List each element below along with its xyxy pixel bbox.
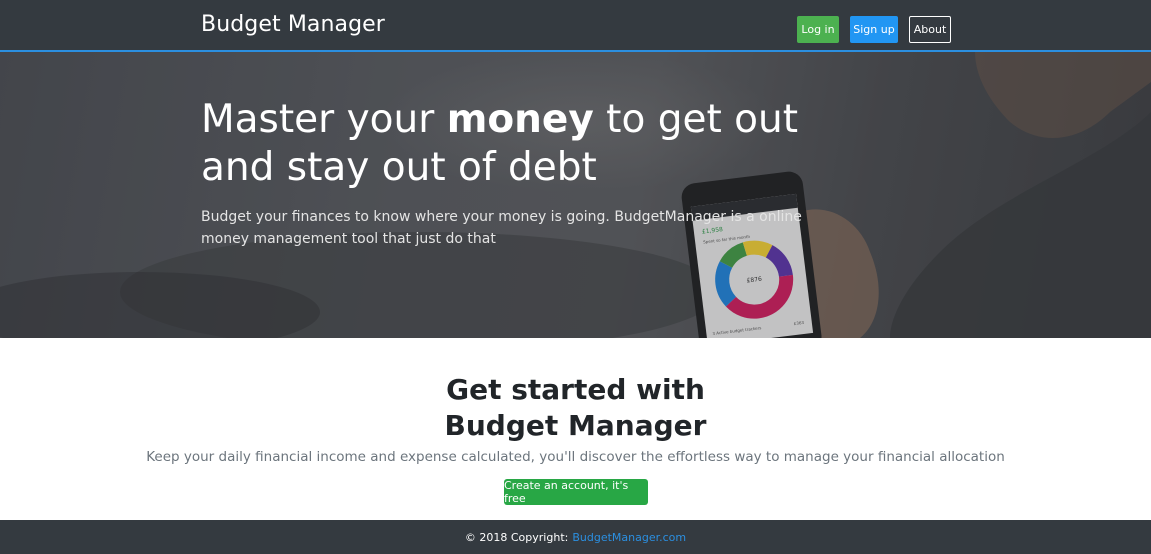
footer: © 2018 Copyright: BudgetManager.com — [0, 520, 1151, 554]
footer-copyright: © 2018 Copyright: — [464, 530, 569, 544]
hero-title-part1: Master your — [201, 97, 447, 142]
hero-title: Master your money to get out and stay ou… — [201, 96, 821, 192]
hero-title-bold: money — [446, 97, 594, 142]
brand-title[interactable]: Budget Manager — [201, 12, 385, 37]
navbar: Budget Manager Log in Sign up About — [0, 0, 1151, 52]
about-button[interactable]: About — [909, 16, 951, 43]
cta-subtitle: Keep your daily financial income and exp… — [146, 449, 1005, 465]
cta-title-line2: Budget Manager — [444, 409, 707, 442]
hero-description: Budget your finances to know where your … — [201, 209, 802, 247]
hero-background-image: £1,958 Spent so far this month £876 3 Ac… — [0, 52, 1151, 338]
footer-link[interactable]: BudgetManager.com — [572, 531, 686, 544]
signup-button[interactable]: Sign up — [850, 16, 898, 43]
hero-section: £1,958 Spent so far this month £876 3 Ac… — [0, 52, 1151, 338]
login-button[interactable]: Log in — [797, 16, 839, 43]
cta-title-line1: Get started with — [446, 373, 705, 406]
cta-title: Get started with Budget Manager — [0, 372, 1151, 444]
create-account-button[interactable]: Create an account, it's free — [504, 479, 648, 505]
